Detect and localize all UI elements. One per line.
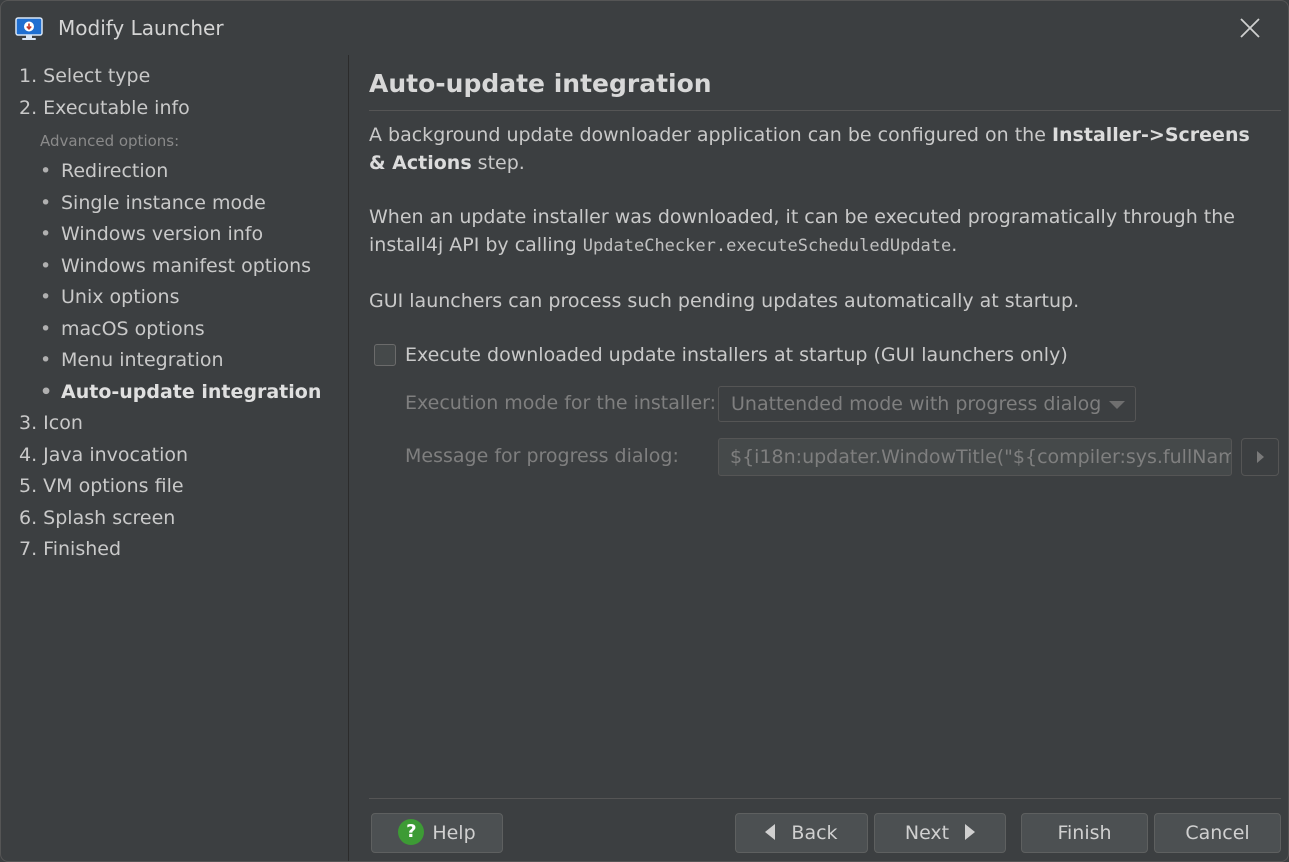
bullet-icon: •: [40, 286, 52, 308]
help-button[interactable]: ? Help: [371, 813, 503, 853]
execution-mode-select[interactable]: Unattended mode with progress dialog: [718, 386, 1136, 422]
bullet-icon: •: [40, 223, 52, 245]
finish-label: Finish: [1057, 822, 1112, 844]
para1-text-end: step.: [471, 152, 525, 174]
bullet-icon: •: [40, 318, 52, 340]
sidebar-item-label: Unix options: [61, 286, 180, 308]
close-icon[interactable]: [1238, 16, 1262, 40]
sidebar-item-label: Windows version info: [61, 223, 264, 245]
next-label: Next: [904, 822, 950, 844]
step-finished[interactable]: 7. Finished: [19, 538, 121, 560]
description-paragraph-3: GUI launchers can process such pending u…: [369, 290, 1080, 312]
execute-at-startup-checkbox-row[interactable]: Execute downloaded update installers at …: [374, 344, 1068, 366]
para1-text: A background update downloader applicati…: [369, 124, 1052, 146]
window-title: Modify Launcher: [58, 16, 224, 40]
sidebar-item-windows-version-info[interactable]: • Windows version info: [40, 223, 263, 245]
back-button[interactable]: Back: [735, 813, 868, 853]
bullet-icon: •: [40, 192, 52, 214]
step-java-invocation[interactable]: 4. Java invocation: [19, 444, 188, 466]
bullet-icon: •: [40, 349, 52, 371]
sidebar-item-label: Auto-update integration: [61, 381, 322, 403]
help-label: Help: [432, 822, 476, 844]
help-icon: ?: [398, 818, 425, 845]
triangle-right-icon: [965, 824, 976, 840]
advanced-options-label: Advanced options:: [40, 132, 180, 150]
triangle-right-icon: [1257, 451, 1264, 463]
sidebar-item-label: Windows manifest options: [61, 255, 312, 277]
sidebar-item-windows-manifest-options[interactable]: • Windows manifest options: [40, 255, 311, 277]
next-button[interactable]: Next: [874, 813, 1006, 853]
step-vm-options-file[interactable]: 5. VM options file: [19, 475, 184, 497]
sidebar-item-label: Redirection: [61, 160, 169, 182]
execution-mode-label: Execution mode for the installer:: [405, 392, 717, 414]
chevron-down-icon: [1109, 401, 1125, 409]
description-paragraph-2: When an update installer was downloaded,…: [369, 203, 1269, 260]
progress-message-label: Message for progress dialog:: [405, 445, 679, 467]
triangle-left-icon: [765, 824, 776, 840]
bullet-icon: •: [40, 160, 52, 182]
page-title: Auto-update integration: [369, 69, 712, 98]
execute-at-startup-checkbox[interactable]: [374, 344, 396, 366]
bullet-icon: •: [40, 255, 52, 277]
title-bar: Modify Launcher: [1, 1, 1288, 55]
description-paragraph-1: A background update downloader applicati…: [369, 121, 1269, 177]
sidebar-item-single-instance-mode[interactable]: • Single instance mode: [40, 192, 266, 214]
cancel-button[interactable]: Cancel: [1154, 813, 1281, 853]
step-executable-info[interactable]: 2. Executable info: [19, 97, 190, 119]
sidebar-item-macos-options[interactable]: • macOS options: [40, 318, 205, 340]
monitor-download-icon: [15, 17, 43, 40]
step-splash-screen[interactable]: 6. Splash screen: [19, 507, 175, 529]
sidebar-item-label: macOS options: [61, 318, 205, 340]
step-icon[interactable]: 3. Icon: [19, 412, 83, 434]
sidebar-item-auto-update-integration[interactable]: • Auto-update integration: [40, 381, 321, 403]
heading-divider: [369, 110, 1281, 111]
api-method-code: UpdateChecker.executeScheduledUpdate: [582, 236, 952, 256]
step-select-type[interactable]: 1. Select type: [19, 65, 150, 87]
modify-launcher-dialog: Modify Launcher 1. Select type 2. Execut…: [0, 0, 1289, 862]
sidebar-item-menu-integration[interactable]: • Menu integration: [40, 349, 224, 371]
execution-mode-value: Unattended mode with progress dialog: [731, 393, 1102, 415]
footer-divider: [369, 798, 1281, 799]
sidebar-item-label: Menu integration: [61, 349, 224, 371]
para2-text-end: .: [951, 234, 958, 256]
sidebar-item-label: Single instance mode: [61, 192, 266, 214]
execute-at-startup-label: Execute downloaded update installers at …: [405, 344, 1068, 366]
back-label: Back: [791, 822, 838, 844]
progress-message-input[interactable]: ${i18n:updater.WindowTitle("${compiler:s…: [718, 438, 1232, 476]
sidebar-item-unix-options[interactable]: • Unix options: [40, 286, 180, 308]
finish-button[interactable]: Finish: [1021, 813, 1148, 853]
bullet-icon: •: [40, 381, 53, 403]
wizard-steps-sidebar: 1. Select type 2. Executable info Advanc…: [1, 55, 349, 861]
content-panel: Auto-update integration A background upd…: [369, 55, 1281, 861]
progress-message-value: ${i18n:updater.WindowTitle("${compiler:s…: [730, 446, 1232, 468]
progress-message-menu-button[interactable]: [1241, 438, 1279, 476]
sidebar-item-redirection[interactable]: • Redirection: [40, 160, 168, 182]
cancel-label: Cancel: [1185, 822, 1250, 844]
